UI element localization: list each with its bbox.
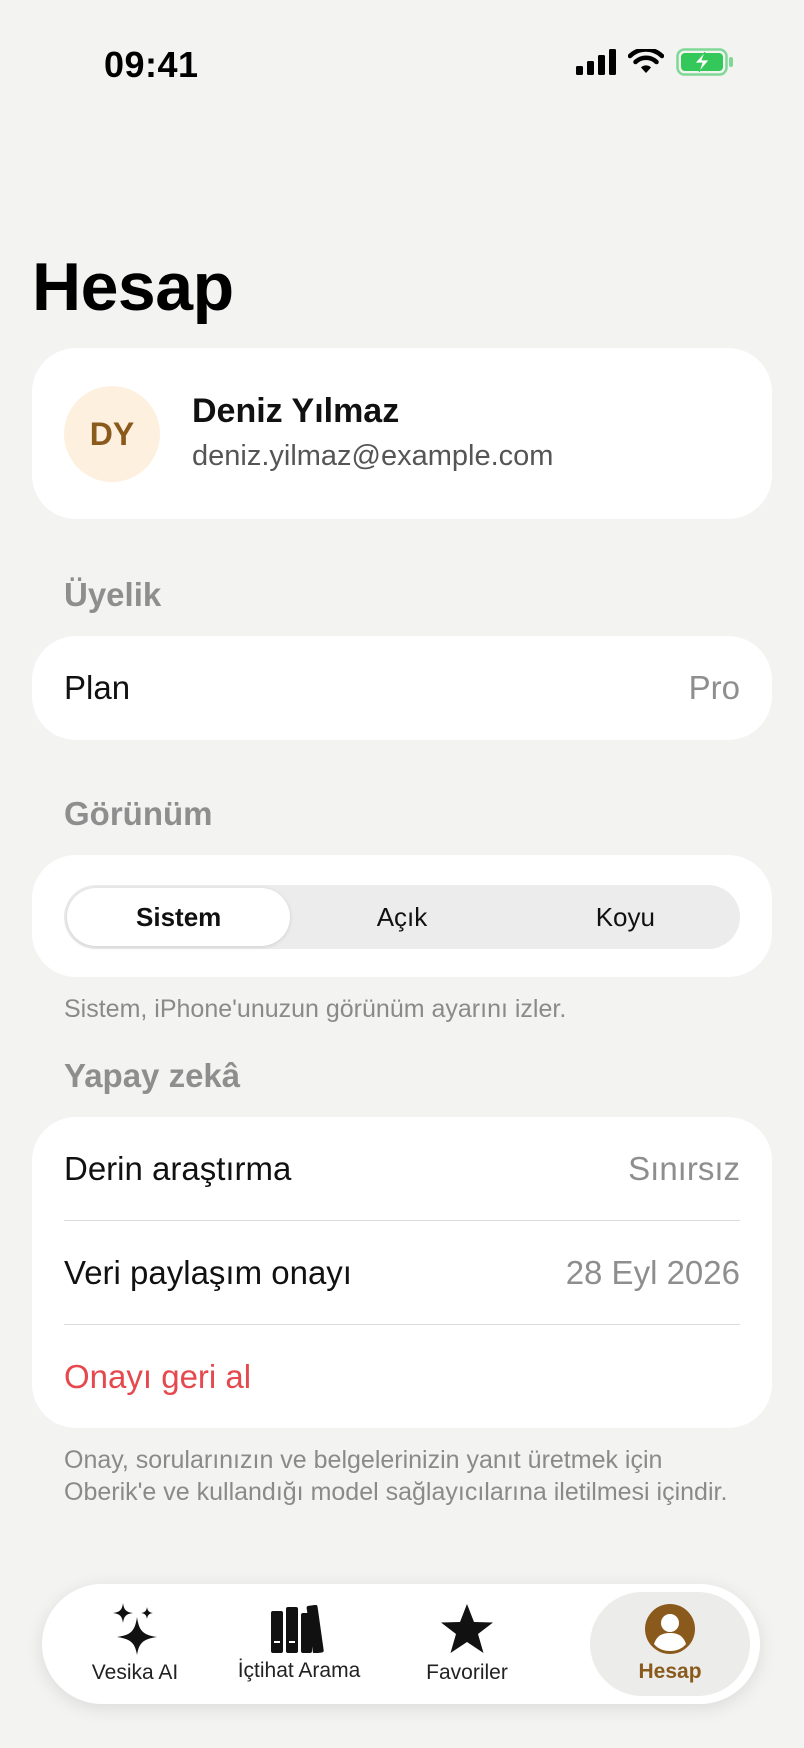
plan-row[interactable]: Plan Pro [64, 636, 740, 740]
status-icons [576, 48, 734, 76]
appearance-segmented-control[interactable]: Sistem Açık Koyu [64, 885, 740, 949]
appearance-card: Sistem Açık Koyu [32, 855, 772, 977]
section-header-ai: Yapay zekâ [64, 1057, 241, 1094]
books-icon [271, 1605, 324, 1653]
consent-label: Veri paylaşım onayı [64, 1254, 352, 1291]
cellular-signal-icon [576, 49, 616, 75]
wifi-icon [628, 49, 664, 73]
profile-email: deniz.yilmaz@example.com [192, 440, 554, 472]
segment-light[interactable]: Açık [290, 888, 513, 946]
ai-card: Derin araştırma Sınırsız Veri paylaşım o… [32, 1117, 772, 1428]
star-icon [441, 1604, 493, 1653]
tab-hesap[interactable]: Hesap [590, 1592, 750, 1696]
tab-label-vesika-ai: Vesika AI [91, 1661, 179, 1684]
tab-favoriler[interactable]: Favoriler [392, 1592, 542, 1696]
segment-system[interactable]: Sistem [67, 888, 291, 946]
profile-name: Deniz Yılmaz [192, 392, 400, 430]
person-circle-icon [645, 1604, 695, 1654]
tab-label-favoriler: Favoriler [426, 1661, 508, 1684]
tab-label-ictihat-arama: İçtihat Arama [237, 1659, 361, 1682]
plan-label: Plan [64, 669, 131, 706]
battery-charging-icon [676, 48, 733, 76]
profile-card[interactable]: DY Deniz Yılmaz deniz.yilmaz@example.com [32, 348, 772, 519]
status-bar: 09:41 [0, 0, 804, 130]
tab-bar: Vesika AI İçtihat Arama Favoriler Hesap [42, 1584, 760, 1704]
consent-row[interactable]: Veri paylaşım onayı 28 Eyl 2026 [64, 1221, 740, 1325]
ai-footnote: Onay, sorularınızın ve belgelerinizin ya… [64, 1446, 728, 1506]
deep-research-value: Sınırsız [628, 1150, 740, 1187]
plan-card[interactable]: Plan Pro [32, 636, 772, 740]
status-time: 09:41 [104, 44, 199, 85]
appearance-footnote: Sistem, iPhone'unuzun görünüm ayarını iz… [64, 995, 567, 1023]
revoke-consent-button[interactable]: Onayı geri al [64, 1325, 740, 1429]
section-header-membership: Üyelik [64, 576, 162, 613]
revoke-consent-label: Onayı geri al [64, 1358, 252, 1395]
tab-label-hesap: Hesap [638, 1660, 702, 1683]
deep-research-row[interactable]: Derin araştırma Sınırsız [64, 1117, 740, 1221]
sparkles-icon [113, 1603, 157, 1655]
consent-value: 28 Eyl 2026 [565, 1254, 740, 1291]
segment-dark[interactable]: Koyu [514, 888, 737, 946]
plan-value: Pro [688, 669, 740, 706]
deep-research-label: Derin araştırma [64, 1150, 292, 1187]
section-header-appearance: Görünüm [64, 795, 213, 832]
tab-vesika-ai[interactable]: Vesika AI [60, 1592, 210, 1696]
tab-ictihat-arama[interactable]: İçtihat Arama [214, 1592, 384, 1696]
avatar: DY [64, 386, 160, 482]
page-title: Hesap [32, 249, 234, 325]
